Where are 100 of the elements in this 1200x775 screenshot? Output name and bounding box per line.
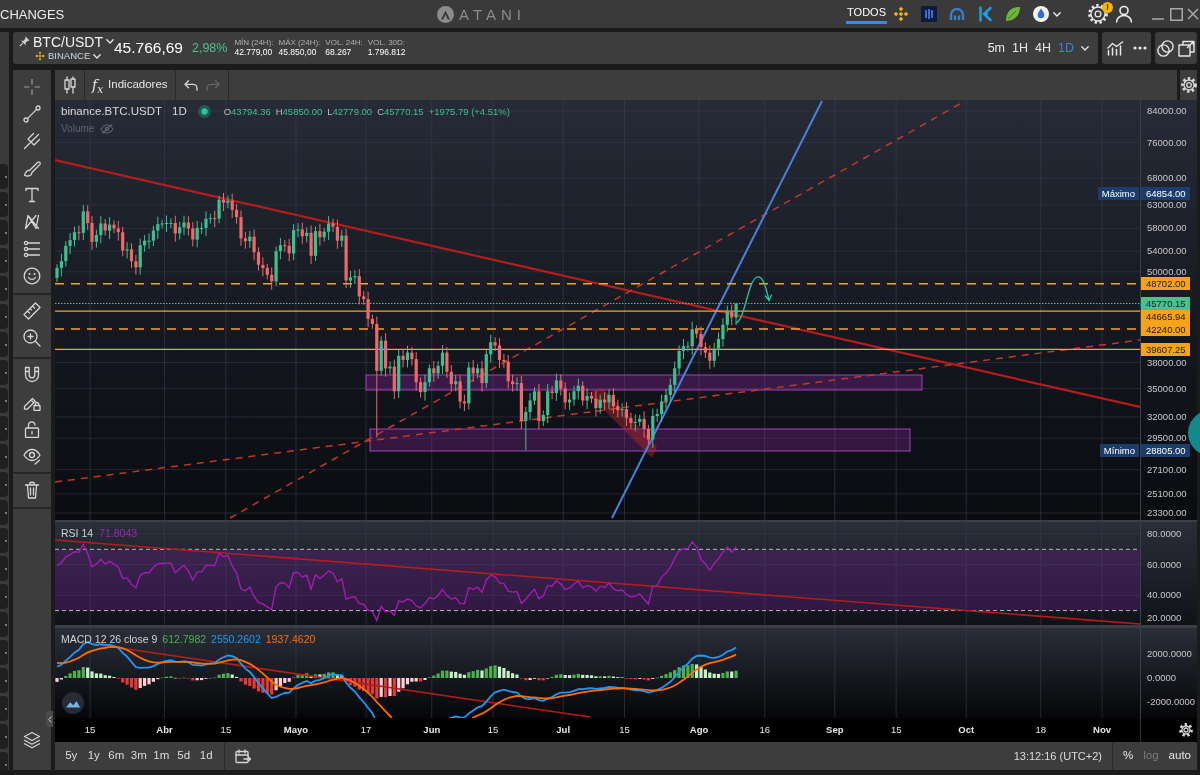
axis-label: 38000.00	[1147, 356, 1187, 369]
axis-label: 27100.00	[1147, 463, 1187, 476]
zoom-in-icon[interactable]	[23, 328, 41, 347]
settings-icon[interactable]	[1088, 4, 1108, 24]
time-range-button[interactable]: 5y	[60, 750, 83, 762]
eye-off-icon[interactable]	[100, 124, 115, 134]
bars-logo-icon[interactable]	[921, 6, 937, 22]
indicator-label: RSI 14	[61, 528, 94, 539]
trash-icon[interactable]	[23, 480, 41, 499]
diamond-logo-icon	[35, 51, 45, 61]
price-tag: 28805.00	[1141, 443, 1190, 457]
ohlc-value: O43794.36	[223, 106, 271, 117]
caret-icon[interactable]	[1053, 11, 1061, 17]
timeframe-tab[interactable]: 1H	[1012, 41, 1029, 55]
diamond-logo-icon[interactable]	[893, 6, 909, 22]
text-tool-icon[interactable]	[23, 185, 41, 204]
time-label: Sep	[826, 724, 844, 736]
ohlc-value: C45770.15	[377, 106, 424, 117]
notification-badge: !	[1102, 2, 1113, 13]
pin-icon[interactable]	[19, 36, 30, 47]
undo-icon[interactable]	[183, 79, 198, 91]
exchange-selector[interactable]: BINANCE	[48, 51, 102, 61]
ruler-icon[interactable]	[23, 301, 41, 320]
timeframe-tab[interactable]: 5m	[987, 41, 1006, 55]
settings-button[interactable]	[1180, 70, 1197, 100]
axis-label: 76000.00	[1147, 136, 1187, 149]
smiley-icon[interactable]	[23, 266, 41, 285]
levels-icon[interactable]	[23, 239, 41, 258]
time-range-button[interactable]: 1m	[150, 750, 173, 762]
price-tag: 39607.25	[1141, 342, 1190, 356]
k-logo-icon[interactable]	[978, 6, 992, 22]
pair-selector[interactable]: BTC/USDT	[33, 34, 114, 49]
axis-label: 58000.00	[1147, 222, 1187, 235]
layers-icon[interactable]	[23, 731, 41, 749]
chart-logo-icon[interactable]	[62, 692, 84, 714]
floating-button[interactable]	[1188, 410, 1200, 456]
time-label: Abr	[156, 724, 173, 736]
maximize-icon[interactable]	[1170, 7, 1183, 21]
axis-label: 80.0000	[1147, 528, 1182, 540]
time-label: 15	[890, 724, 902, 736]
time-range-button[interactable]: 3m	[127, 750, 150, 762]
price-change: 2,98%	[191, 41, 228, 55]
candles-icon[interactable]	[62, 76, 77, 94]
eye-icon[interactable]	[23, 446, 41, 465]
axis-label: 54000.00	[1147, 245, 1187, 258]
indicators-button[interactable]: f$_{x}$ Indicadores	[92, 78, 168, 92]
axis-label: 40.0000	[1147, 589, 1182, 602]
more-icon[interactable]	[1132, 46, 1147, 50]
volume-label: Volume	[61, 124, 95, 134]
time-label: Jul	[556, 724, 571, 736]
time-label: 15	[619, 724, 630, 736]
indicator-label: MACD 12 26 close 9	[61, 634, 158, 645]
time-range-button[interactable]: 6m	[105, 750, 128, 762]
brush-icon[interactable]	[23, 158, 41, 177]
indicator-value: 2550.2602	[211, 634, 261, 645]
caret-icon[interactable]	[1081, 45, 1089, 51]
settings-icon[interactable]	[1179, 723, 1193, 737]
clock-time: 13:12:16 (UTC+2)	[1013, 750, 1103, 762]
external-window-icon[interactable]	[1178, 39, 1195, 57]
stat-label: VOL. 30D:	[367, 39, 406, 48]
overlapping-circles-icon[interactable]	[1157, 39, 1174, 57]
time-range-button[interactable]: 5d	[172, 750, 195, 762]
close-icon[interactable]	[1187, 8, 1199, 20]
settings-icon[interactable]	[1180, 77, 1197, 93]
change-value: +1975.79 (+4.51%)	[428, 106, 510, 117]
axis-label: 25100.00	[1147, 487, 1187, 500]
nodes-icon[interactable]	[23, 212, 41, 231]
indicators-icon[interactable]	[1106, 40, 1124, 56]
time-label: 16	[759, 724, 770, 736]
projection-arrow	[735, 276, 773, 324]
logo-text: ATANI	[459, 6, 526, 22]
filter-tab[interactable]: TODOS	[846, 0, 887, 24]
axis-label: 0.0000	[1147, 672, 1177, 684]
axis-label: -2000.0000	[1147, 696, 1196, 708]
leaf-logo-icon[interactable]	[1005, 6, 1021, 22]
scale-option[interactable]: auto	[1168, 750, 1191, 762]
time-range-button[interactable]: 1d	[195, 750, 218, 762]
collapse-handle[interactable]	[46, 711, 53, 727]
minimize-icon[interactable]	[1151, 18, 1164, 20]
axis-label: 35000.00	[1147, 382, 1187, 395]
timeframe-tab[interactable]: 4H	[1035, 41, 1051, 55]
magnet-icon[interactable]	[23, 365, 41, 384]
drop-logo-icon[interactable]	[1033, 6, 1049, 22]
go-to-date-icon[interactable]	[234, 748, 251, 764]
arch-logo-icon[interactable]	[949, 8, 965, 20]
last-price: 45.766,69	[114, 40, 183, 56]
ohlc-value: L42779.00	[327, 106, 373, 117]
extreme-label: Mínimo	[1099, 443, 1139, 457]
stat-value: 68.267	[325, 48, 353, 57]
pitchfork-icon[interactable]	[23, 131, 41, 150]
stat-value: 1.796.812	[367, 48, 406, 57]
line-icon[interactable]	[23, 104, 41, 123]
stat-label: MÁX (24H):	[278, 39, 321, 48]
price-tag: 64854.00	[1141, 186, 1190, 200]
caret-icon[interactable]	[106, 39, 114, 44]
user-icon[interactable]	[1115, 5, 1133, 23]
unlock-icon[interactable]	[23, 419, 41, 438]
scale-option[interactable]: %	[1123, 750, 1134, 762]
time-label: Mayo	[283, 724, 309, 736]
time-range-button[interactable]: 1y	[82, 750, 105, 762]
